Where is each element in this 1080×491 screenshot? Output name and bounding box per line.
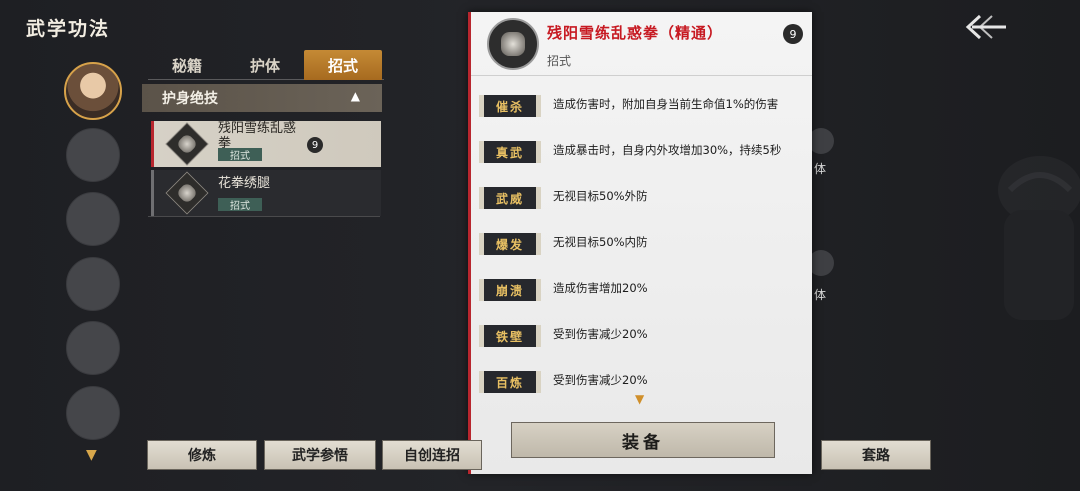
detail-header: 残阳雪练乱惑拳（精通） 招式 9 [471,12,812,76]
trait-label: 催杀 [479,95,541,117]
skill-tabs: 秘籍 护体 招式 [148,50,384,80]
skill-name: 花拳绣腿 [218,176,271,191]
statue-decoration [998,156,1080,320]
comprehend-button[interactable]: 武学参悟 [264,440,376,470]
skill-icon [165,122,209,166]
detail-title: 残阳雪练乱惑拳（精通） [547,24,724,42]
detail-subtitle: 招式 [547,54,572,68]
cultivate-button[interactable]: 修炼 [147,440,257,470]
tab-secret-book[interactable]: 秘籍 [148,50,226,80]
trait-label: 百炼 [479,371,541,393]
section-header[interactable]: 护身绝技 ▲ [142,84,382,112]
trait-desc: 造成伤害时，附加自身当前生命值1%的伤害 [553,97,779,111]
chevron-up-icon: ▲ [350,89,360,103]
martial-arts-screen: 武学功法 ▼ 秘籍 护体 招式 护身绝技 ▲ 残阳雪练乱惑拳 招式 9 花拳绣腿… [0,0,1080,491]
trait-desc: 无视目标50%内防 [553,235,648,249]
trait-desc: 造成暴击时，自身内外攻增加30%，持续5秒 [553,143,782,157]
skill-item[interactable]: 花拳绣腿 招式 [151,170,381,216]
section-label: 护身绝技 [162,91,218,107]
skill-icon [165,171,209,215]
skill-level-badge: 9 [783,24,803,44]
trait-desc: 受到伤害减少20% [553,327,648,341]
trait-row: 铁壁 受到伤害减少20% [479,320,809,354]
skill-level-badge: 9 [307,137,323,153]
trait-label: 铁壁 [479,325,541,347]
trait-row: 真武 造成暴击时，自身内外攻增加30%，持续5秒 [479,136,809,170]
back-arrow-icon[interactable] [962,12,1008,42]
trait-row: 武威 无视目标50%外防 [479,182,809,216]
character-avatar[interactable] [64,62,122,120]
equipped-skill-label: 体 [814,288,827,302]
trait-label: 真武 [479,141,541,163]
equip-button[interactable]: 装备 [511,422,775,458]
character-slot[interactable] [66,321,120,375]
tab-moves[interactable]: 招式 [304,50,382,80]
trait-row: 催杀 造成伤害时，附加自身当前生命值1%的伤害 [479,90,809,124]
skill-item-selected[interactable]: 残阳雪练乱惑拳 招式 9 [151,121,381,167]
custom-combo-button[interactable]: 自创连招 [382,440,482,470]
routine-button[interactable]: 套路 [821,440,931,470]
skill-icon [487,18,539,70]
list-divider [148,216,380,217]
character-slot[interactable] [66,128,120,182]
chevron-down-icon[interactable]: ▼ [86,447,97,463]
chevron-down-icon[interactable]: ▼ [635,392,644,406]
character-slot[interactable] [66,386,120,440]
skill-type-badge: 招式 [218,148,262,162]
trait-desc: 造成伤害增加20% [553,281,648,295]
page-title: 武学功法 [26,18,111,40]
skill-detail-panel: 残阳雪练乱惑拳（精通） 招式 9 催杀 造成伤害时，附加自身当前生命值1%的伤害… [468,12,812,474]
trait-desc: 受到伤害减少20% [553,373,648,387]
trait-label: 崩溃 [479,279,541,301]
equipped-skill-label: 体 [814,162,827,176]
trait-row: 爆发 无视目标50%内防 [479,228,809,262]
trait-row: 崩溃 造成伤害增加20% [479,274,809,308]
trait-label: 爆发 [479,233,541,255]
skill-type-badge: 招式 [218,198,262,212]
trait-desc: 无视目标50%外防 [553,189,648,203]
tab-body-protection[interactable]: 护体 [226,50,304,80]
trait-label: 武威 [479,187,541,209]
character-slot[interactable] [66,192,120,246]
character-slot[interactable] [66,257,120,311]
